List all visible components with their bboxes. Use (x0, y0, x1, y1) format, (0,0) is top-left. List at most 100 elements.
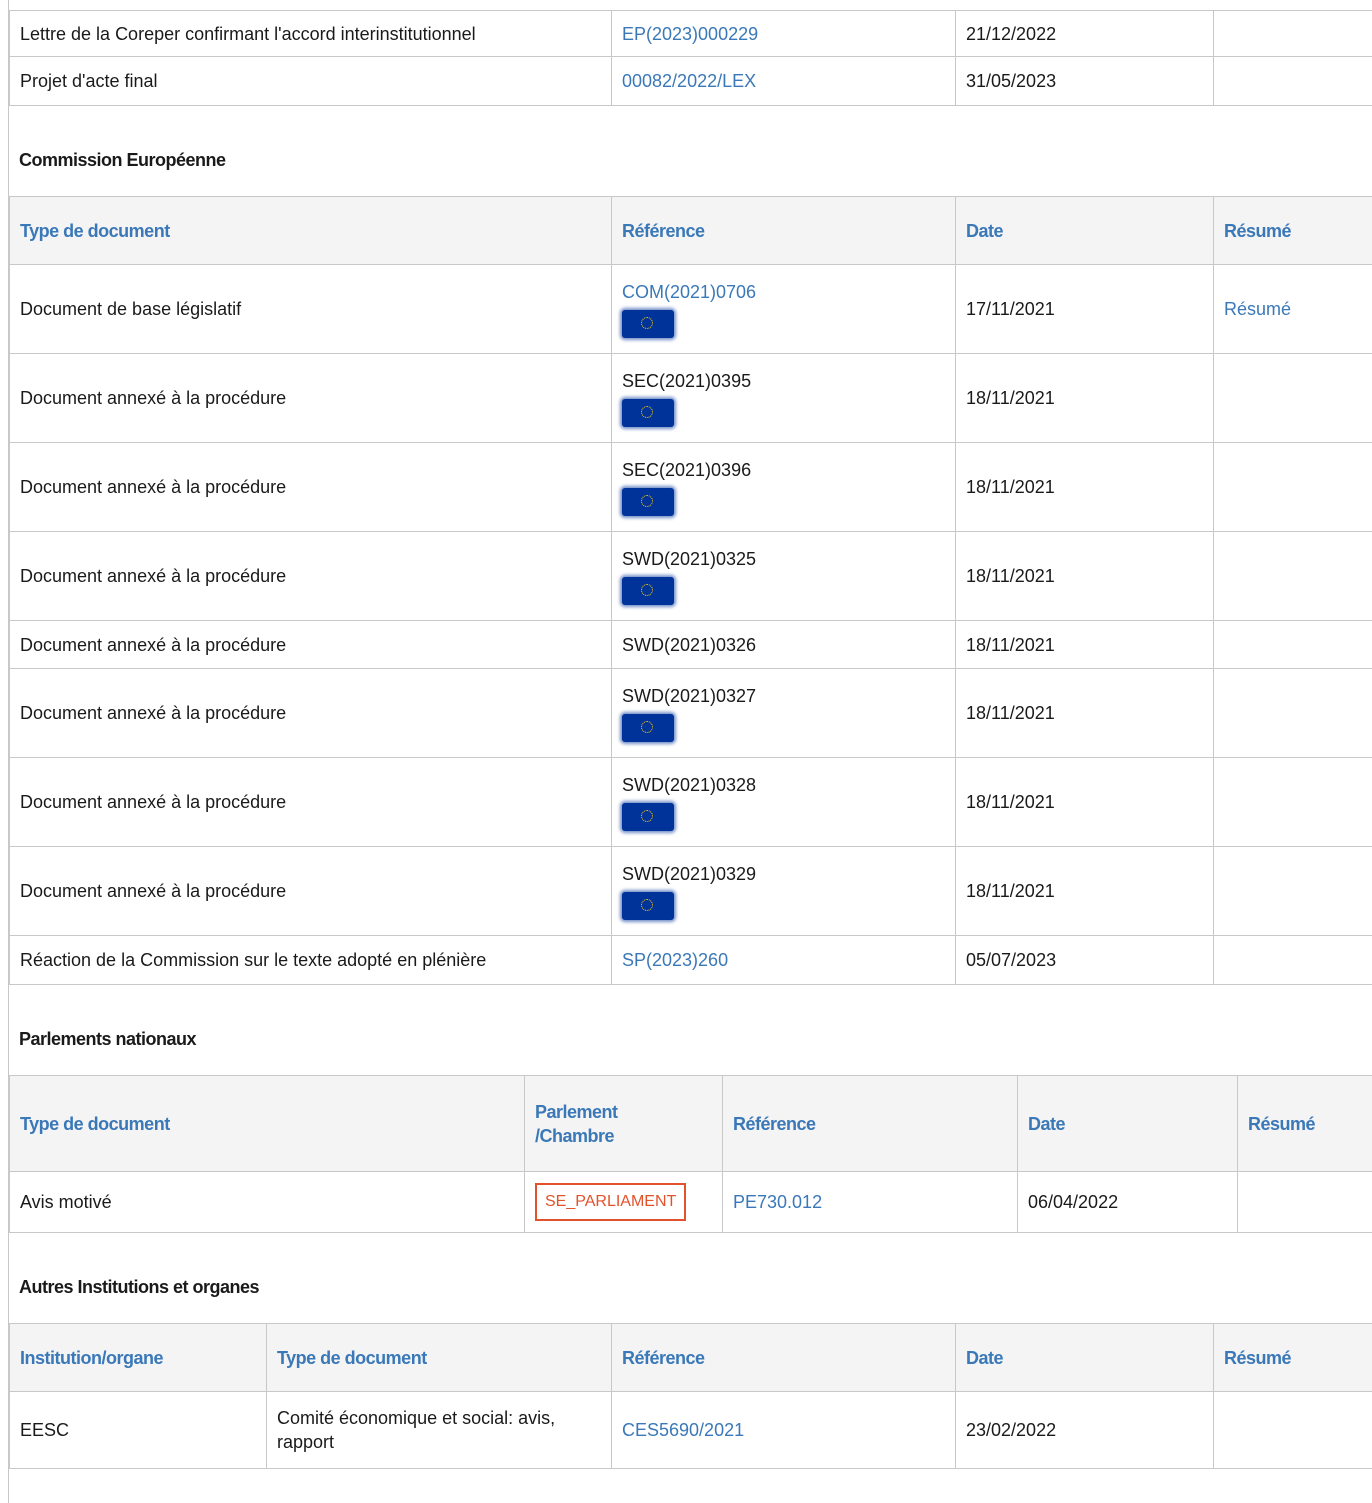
doc-ref-cell: SWD(2021)0326 (611, 620, 956, 669)
doc-date-cell: 18/11/2021 (955, 668, 1214, 758)
doc-type-cell: Document annexé à la procédure (9, 353, 612, 443)
doc-ref-text: SWD(2021)0327 (622, 686, 757, 706)
doc-ref-cell: EP(2023)000229 (611, 10, 956, 57)
doc-ref-cell: SWD(2021)0327 (611, 668, 956, 758)
table-row: Document annexé à la procédure SWD(2021)… (9, 620, 1372, 669)
doc-summary-cell (1213, 56, 1372, 106)
column-header-date[interactable]: Date (955, 1323, 1214, 1392)
other-institutions-table: Institution/organe Type de document Réfé… (9, 1323, 1372, 1469)
column-header-date[interactable]: Date (955, 196, 1214, 265)
doc-date-cell: 06/04/2022 (1017, 1171, 1238, 1233)
doc-date-cell: 17/11/2021 (955, 264, 1214, 354)
commission-documents-table: Type de document Référence Date Résumé D… (9, 196, 1372, 985)
table-row: Projet d'acte final 00082/2022/LEX 31/05… (9, 56, 1372, 106)
doc-ref-text: SWD(2021)0329 (622, 864, 757, 884)
column-header-reference[interactable]: Référence (722, 1075, 1018, 1172)
doc-summary-cell (1213, 1391, 1372, 1469)
doc-type-cell: Réaction de la Commission sur le texte a… (9, 935, 612, 985)
table-header-row: Type de document Parlement/Chambre Référ… (9, 1075, 1372, 1172)
column-header-date[interactable]: Date (1017, 1075, 1238, 1172)
doc-date-cell: 21/12/2022 (955, 10, 1214, 57)
council-documents-table: Lettre de la Coreper confirmant l'accord… (9, 10, 1372, 106)
column-header-type[interactable]: Type de document (9, 196, 612, 265)
doc-ref-cell: SP(2023)260 (611, 935, 956, 985)
section-title-other-institutions: Autres Institutions et organes (19, 1277, 260, 1297)
column-header-type[interactable]: Type de document (266, 1323, 612, 1392)
table-row: Document annexé à la procédure SWD(2021)… (9, 668, 1372, 758)
column-header-reference[interactable]: Référence (611, 1323, 956, 1392)
eu-flag-icon[interactable] (622, 310, 674, 338)
doc-ref-cell: SEC(2021)0396 (611, 442, 956, 532)
procedure-documents-page: Lettre de la Coreper confirmant l'accord… (8, 0, 1372, 1503)
doc-ref-text: SWD(2021)0326 (622, 634, 757, 655)
column-header-type[interactable]: Type de document (9, 1075, 525, 1172)
doc-summary-cell (1213, 531, 1372, 621)
column-header-institution[interactable]: Institution/organe (9, 1323, 267, 1392)
doc-ref-cell: SWD(2021)0328 (611, 757, 956, 847)
doc-ref-link[interactable]: PE730.012 (733, 1192, 822, 1212)
doc-ref-link[interactable]: 00082/2022/LEX (622, 71, 756, 91)
doc-ref-text: SEC(2021)0395 (622, 371, 752, 391)
doc-type-cell: Document annexé à la procédure (9, 531, 612, 621)
table-row: Document annexé à la procédure SWD(2021)… (9, 757, 1372, 847)
column-header-chamber-line1: Parlement (535, 1101, 618, 1122)
doc-date-cell: 23/02/2022 (955, 1391, 1214, 1469)
doc-summary-cell: Résumé (1213, 264, 1372, 354)
page-bottom-spacer (9, 1469, 1372, 1503)
section-title-national-parliaments: Parlements nationaux (19, 1029, 197, 1049)
column-header-summary[interactable]: Résumé (1237, 1075, 1372, 1172)
doc-summary-cell (1213, 353, 1372, 443)
doc-summary-cell (1213, 442, 1372, 532)
doc-type-cell: Avis motivé (9, 1171, 525, 1233)
summary-link[interactable]: Résumé (1224, 299, 1291, 319)
column-header-summary[interactable]: Résumé (1213, 196, 1372, 265)
doc-type-cell: Comité économique et social: avis, rappor… (266, 1391, 612, 1469)
doc-ref-cell: COM(2021)0706 (611, 264, 956, 354)
doc-type-cell: Document annexé à la procédure (9, 620, 612, 669)
eu-flag-icon[interactable] (622, 714, 674, 742)
doc-date-cell: 18/11/2021 (955, 442, 1214, 532)
doc-summary-cell (1213, 10, 1372, 57)
doc-ref-link[interactable]: COM(2021)0706 (622, 282, 756, 302)
doc-ref-cell: PE730.012 (722, 1171, 1018, 1233)
doc-summary-cell (1213, 668, 1372, 758)
doc-type-line2: rapport (277, 1432, 335, 1452)
doc-date-cell: 18/11/2021 (955, 620, 1214, 669)
table-row: Lettre de la Coreper confirmant l'accord… (9, 10, 1372, 57)
column-header-summary[interactable]: Résumé (1213, 1323, 1372, 1392)
doc-ref-cell: SEC(2021)0395 (611, 353, 956, 443)
table-header-row: Type de document Référence Date Résumé (9, 196, 1372, 265)
table-header-row: Institution/organe Type de document Réfé… (9, 1323, 1372, 1392)
doc-type-cell: Projet d'acte final (9, 56, 612, 106)
doc-type-cell: Document annexé à la procédure (9, 846, 612, 936)
table-row: EESC Comité économique et social: avis, r… (9, 1391, 1372, 1469)
doc-ref-link[interactable]: CES5690/2021 (622, 1420, 744, 1440)
doc-summary-cell (1213, 620, 1372, 669)
eu-flag-icon[interactable] (622, 488, 674, 516)
eu-flag-icon[interactable] (622, 577, 674, 605)
doc-ref-text: SWD(2021)0328 (622, 775, 757, 795)
chamber-badge[interactable]: SE_PARLIAMENT (535, 1183, 687, 1221)
column-header-reference[interactable]: Référence (611, 196, 956, 265)
national-parliaments-table: Type de document Parlement/Chambre Référ… (9, 1075, 1372, 1233)
doc-date-cell: 05/07/2023 (955, 935, 1214, 985)
doc-date-cell: 31/05/2023 (955, 56, 1214, 106)
doc-date-cell: 18/11/2021 (955, 757, 1214, 847)
table-row: Réaction de la Commission sur le texte a… (9, 935, 1372, 985)
eu-flag-icon[interactable] (622, 803, 674, 831)
column-header-chamber[interactable]: Parlement/Chambre (524, 1075, 723, 1172)
doc-date-cell: 18/11/2021 (955, 846, 1214, 936)
table-row: Document de base législatif COM(2021)070… (9, 264, 1372, 354)
doc-summary-cell (1213, 846, 1372, 936)
table-row: Document annexé à la procédure SEC(2021)… (9, 353, 1372, 443)
doc-ref-link[interactable]: EP(2023)000229 (622, 24, 758, 44)
doc-summary-cell (1237, 1171, 1372, 1233)
table-row: Document annexé à la procédure SEC(2021)… (9, 442, 1372, 532)
doc-ref-link[interactable]: SP(2023)260 (622, 950, 728, 970)
doc-type-cell: Lettre de la Coreper confirmant l'accord… (9, 10, 612, 57)
doc-chamber-cell: SE_PARLIAMENT (524, 1171, 723, 1233)
eu-flag-icon[interactable] (622, 892, 674, 920)
eu-flag-icon[interactable] (622, 399, 674, 427)
section-title-commission: Commission Européenne (19, 150, 226, 170)
doc-institution-cell: EESC (9, 1391, 267, 1469)
